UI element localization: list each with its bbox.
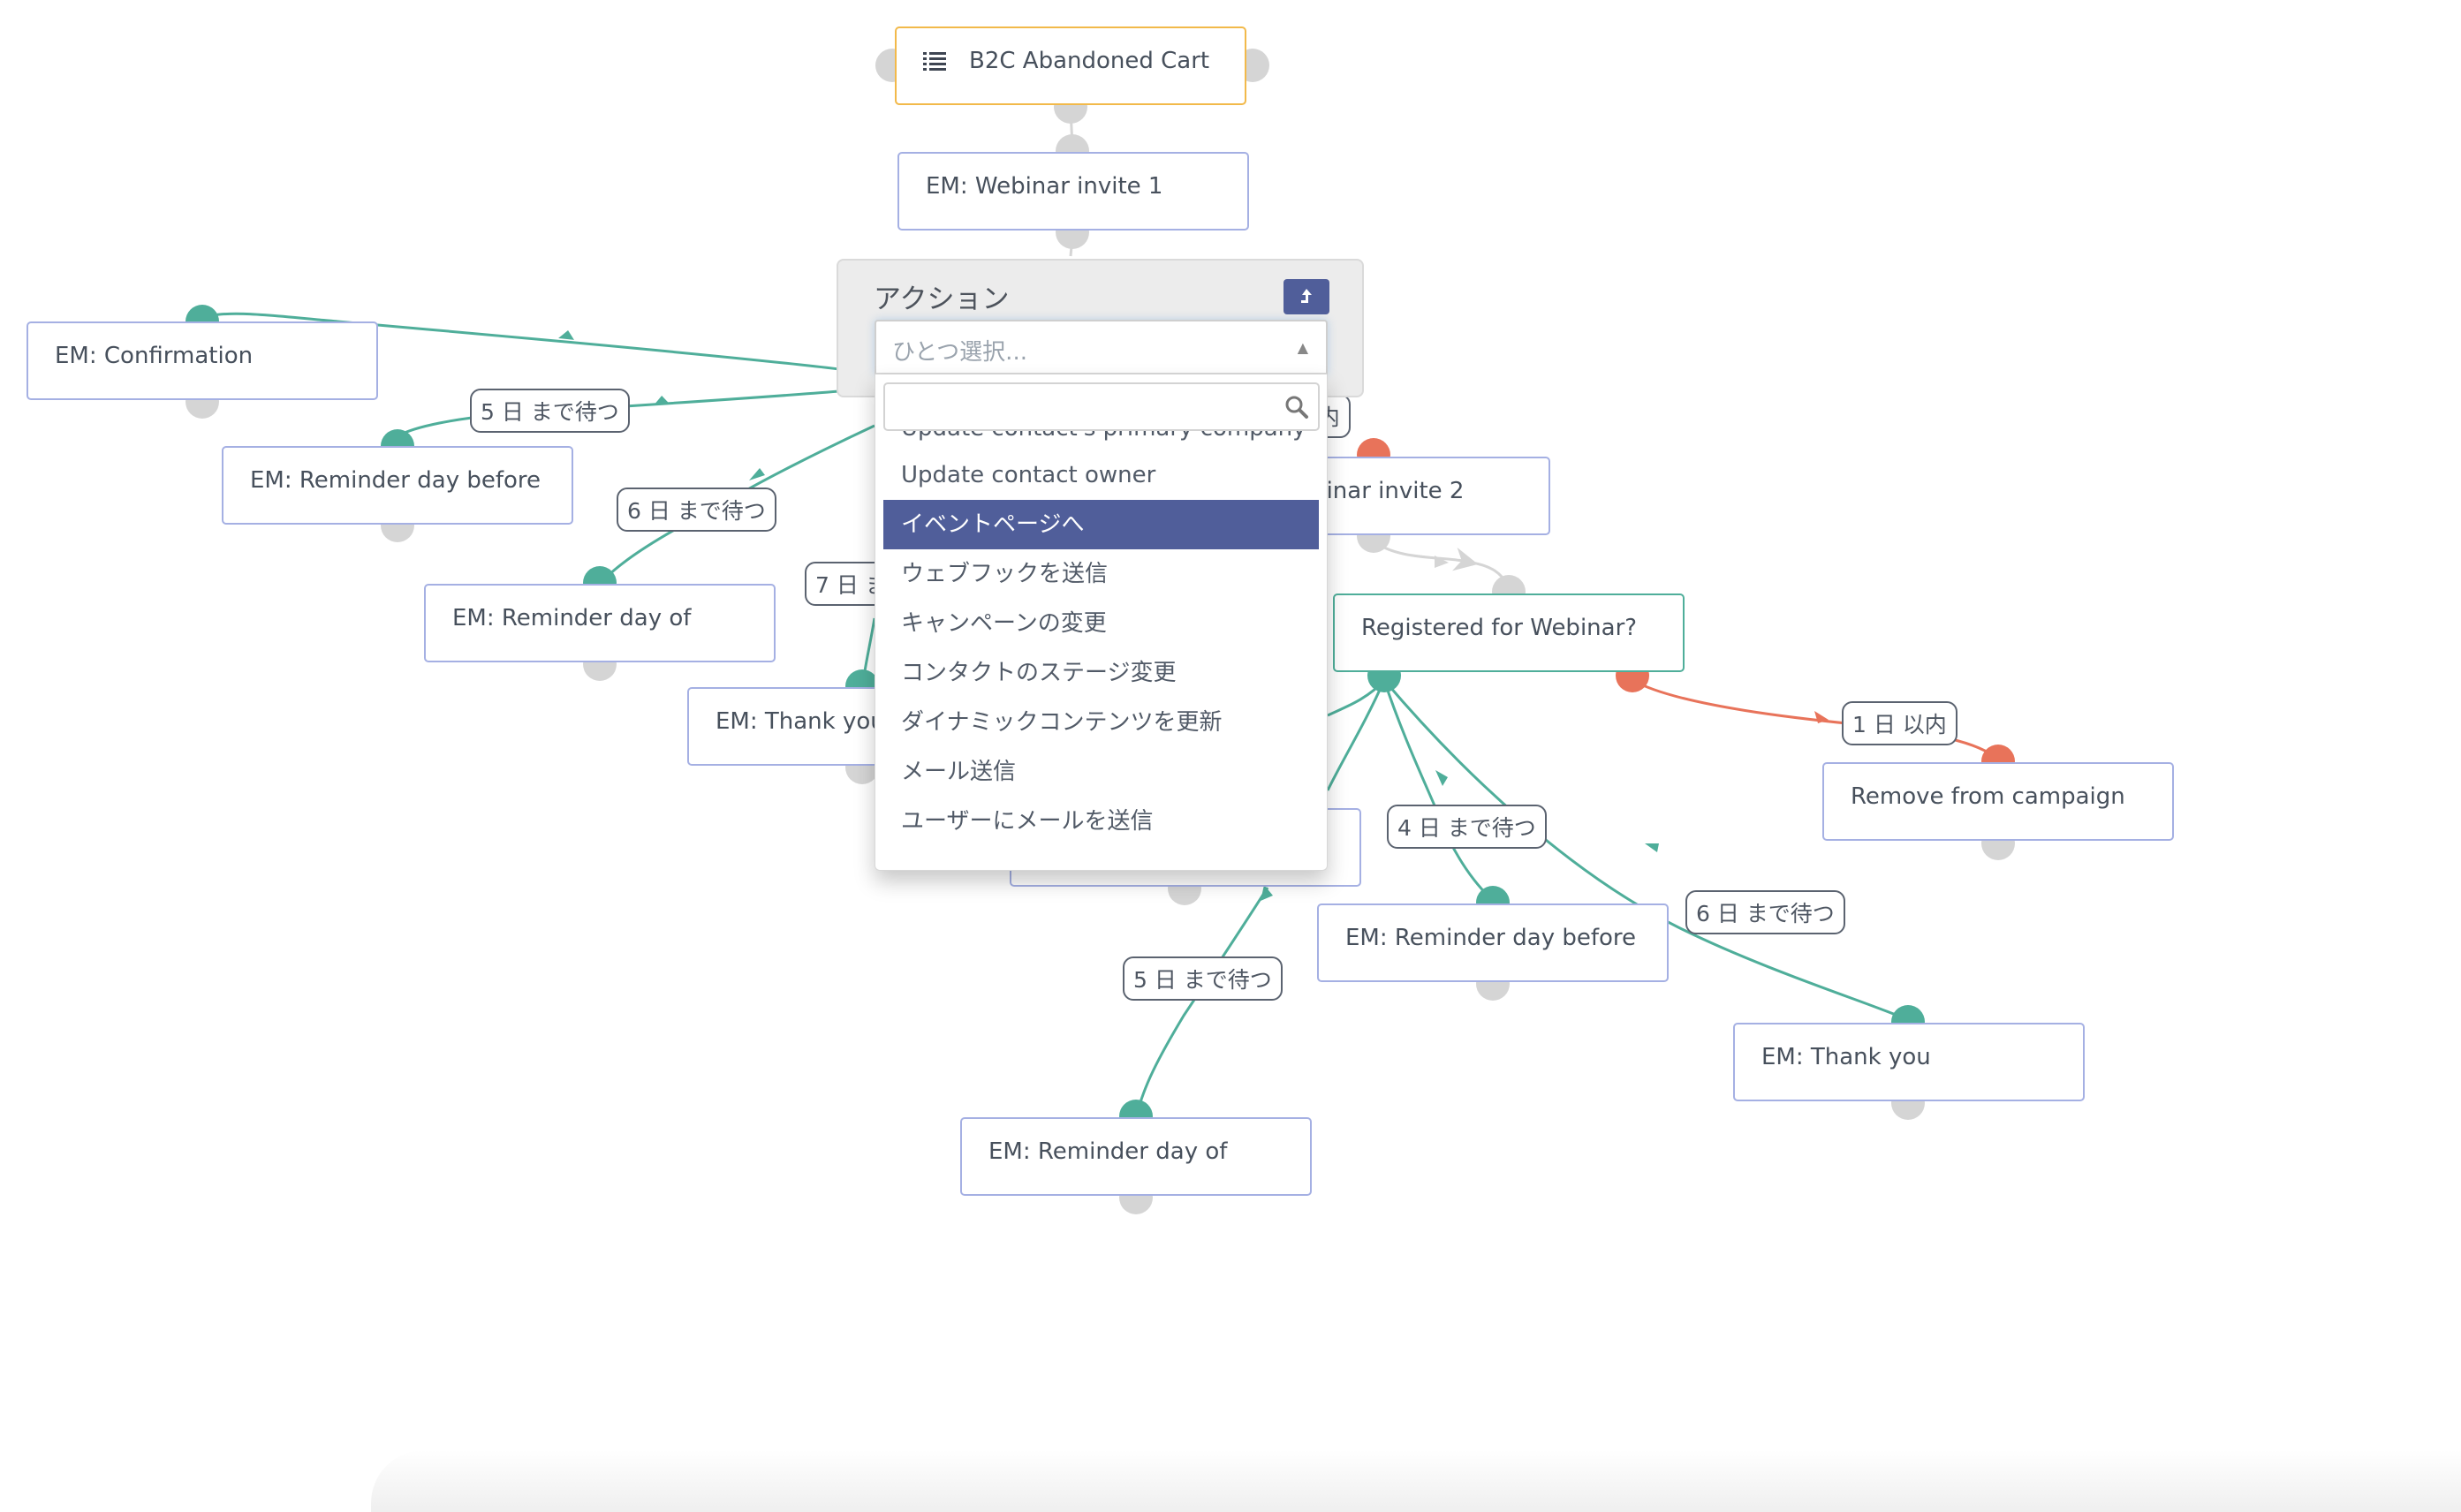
node-reminder-day-of-bottom[interactable]: EM: Reminder day of xyxy=(960,1117,1312,1196)
node-reminder-day-before-right[interactable]: EM: Reminder day before xyxy=(1317,903,1669,982)
level-up-button[interactable] xyxy=(1284,279,1329,314)
search-icon xyxy=(1285,396,1308,419)
node-confirmation[interactable]: EM: Confirmation xyxy=(27,321,378,400)
node-label: EM: Thank you xyxy=(1761,1043,1931,1070)
action-dropdown: Update contact's primary company Update … xyxy=(875,374,1328,871)
node-label: EM: Reminder day of xyxy=(452,604,692,631)
arrow-marker xyxy=(558,330,574,340)
dropdown-option-highlighted[interactable]: イベントページへ xyxy=(883,500,1319,549)
node-label: EM: Thank you xyxy=(716,707,885,735)
arrow-marker xyxy=(749,468,765,480)
node-label: EM: Reminder day of xyxy=(988,1138,1228,1165)
dropdown-option[interactable]: メール送信 xyxy=(883,747,1319,797)
node-remove-from-campaign[interactable]: Remove from campaign xyxy=(1822,762,2174,841)
node-registered-for-webinar[interactable]: Registered for Webinar? xyxy=(1333,593,1685,672)
arrow-marker xyxy=(1435,770,1448,786)
dropdown-option[interactable]: ダイナミックコンテンツを更新 xyxy=(883,698,1319,747)
node-reminder-day-before-left[interactable]: EM: Reminder day before xyxy=(222,446,573,525)
node-label: EM: Reminder day before xyxy=(250,466,541,494)
node-label: Remove from campaign xyxy=(1851,782,2125,810)
node-label: Registered for Webinar? xyxy=(1361,614,1638,641)
node-label: EM: Reminder day before xyxy=(1345,924,1637,951)
action-select[interactable]: ひとつ選択... ▲ xyxy=(875,320,1328,374)
edge-label[interactable]: 4 日 まで待つ xyxy=(1387,805,1547,849)
dropdown-option[interactable]: Update contact owner xyxy=(883,450,1319,500)
arrow-marker xyxy=(1645,843,1659,852)
dropdown-option[interactable]: コンタクトのステージ変更 xyxy=(883,648,1319,698)
node-label: EM: Confirmation xyxy=(55,342,254,369)
dropdown-option[interactable]: ウェブフックを送信 xyxy=(883,549,1319,599)
dropdown-search-input[interactable] xyxy=(894,384,1268,428)
node-source[interactable]: B2C Abandoned Cart xyxy=(895,26,1246,105)
level-up-icon xyxy=(1301,289,1312,303)
list-icon xyxy=(923,51,946,71)
node-reminder-day-of-left[interactable]: EM: Reminder day of xyxy=(424,584,776,662)
edge-label[interactable]: 6 日 まで待つ xyxy=(617,488,776,532)
node-webinar-invite-1[interactable]: EM: Webinar invite 1 xyxy=(897,152,1249,231)
edge-label[interactable]: 1 日 以内 xyxy=(1842,701,1957,745)
edge-label[interactable]: 5 日 まで待つ xyxy=(1123,956,1283,1001)
edge-label[interactable]: 6 日 まで待つ xyxy=(1685,890,1845,934)
action-panel-title: アクション xyxy=(874,284,1010,315)
edge-registered-yes-2[interactable] xyxy=(1326,679,1386,791)
dropdown-option[interactable]: ユーザーにメールを送信 xyxy=(883,797,1319,846)
edge-to-reminder-of-bottom[interactable] xyxy=(1135,887,1269,1115)
edge-to-reminder-before-right[interactable] xyxy=(1382,679,1495,903)
edge-label[interactable]: 5 日 まで待つ xyxy=(470,389,630,433)
dropdown-search[interactable] xyxy=(883,382,1320,431)
dropdown-options: Update contact's primary company Update … xyxy=(875,420,1327,846)
node-thank-you-right[interactable]: EM: Thank you xyxy=(1733,1023,2085,1101)
select-placeholder: ひとつ選択... xyxy=(892,339,1027,366)
node-label: B2C Abandoned Cart xyxy=(969,47,1210,74)
caret-up-icon: ▲ xyxy=(1297,339,1308,356)
arrow-marker xyxy=(654,396,670,405)
dropdown-option[interactable]: キャンペーンの変更 xyxy=(883,599,1319,648)
node-label: EM: Webinar invite 1 xyxy=(926,172,1163,200)
